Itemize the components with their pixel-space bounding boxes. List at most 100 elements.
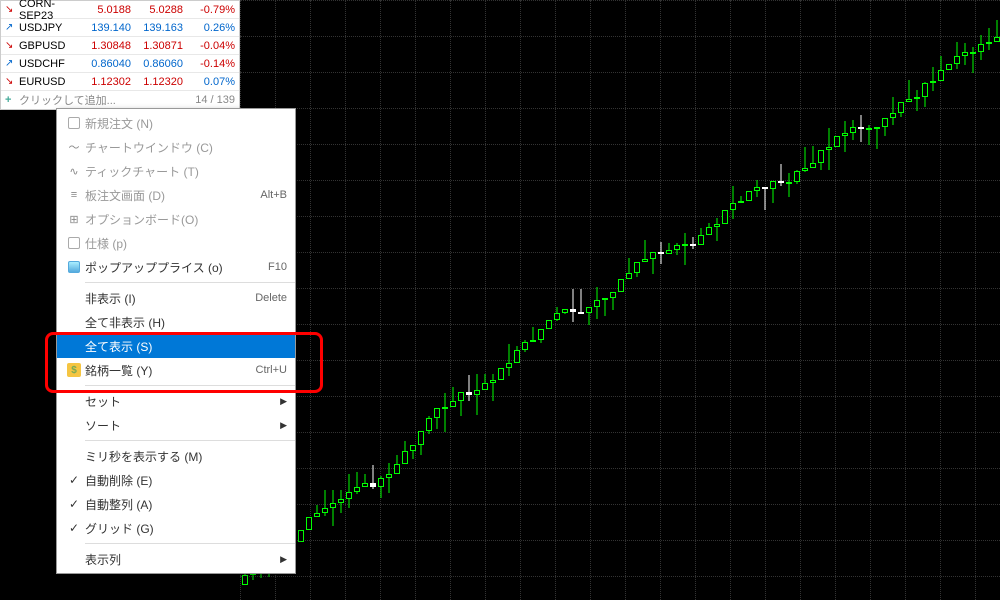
candlestick bbox=[386, 0, 392, 600]
menu-item[interactable]: ポップアッププライス (o)F10 bbox=[57, 255, 295, 279]
candlestick bbox=[906, 0, 912, 600]
watchlist-row[interactable]: ↘GBPUSD1.308481.30871-0.04% bbox=[1, 37, 239, 55]
candlestick bbox=[682, 0, 688, 600]
blank-icon bbox=[63, 551, 85, 567]
symbols-icon: $ bbox=[63, 362, 85, 378]
menu-item[interactable]: セット▶ bbox=[57, 389, 295, 413]
option-icon: ⊞ bbox=[63, 211, 85, 227]
bid-value: 5.0188 bbox=[83, 4, 135, 16]
menu-item[interactable]: 非表示 (I) Delete bbox=[57, 286, 295, 310]
candlestick bbox=[986, 0, 992, 600]
candlestick bbox=[874, 0, 880, 600]
add-symbol-row[interactable]: + クリックして追加... 14 / 139 bbox=[1, 91, 239, 109]
candlestick bbox=[522, 0, 528, 600]
candlestick bbox=[866, 0, 872, 600]
menu-item[interactable]: ソート▶ bbox=[57, 413, 295, 437]
menu-item-label: ティックチャート (T) bbox=[85, 163, 287, 180]
chart-area[interactable] bbox=[240, 0, 1000, 600]
candlestick bbox=[674, 0, 680, 600]
candlestick bbox=[738, 0, 744, 600]
menu-item-label: ポップアッププライス (o) bbox=[85, 259, 258, 276]
candlestick bbox=[690, 0, 696, 600]
candlestick bbox=[778, 0, 784, 600]
menu-separator bbox=[85, 440, 295, 441]
change-pct: -0.04% bbox=[187, 40, 235, 52]
ask-value: 139.163 bbox=[135, 22, 187, 34]
candlestick bbox=[786, 0, 792, 600]
menu-item[interactable]: 全て表示 (S) bbox=[57, 334, 295, 358]
change-pct: -0.14% bbox=[187, 58, 235, 70]
candlestick bbox=[650, 0, 656, 600]
candlestick bbox=[946, 0, 952, 600]
symbol-name: CORN-SEP23 bbox=[17, 0, 83, 22]
menu-item[interactable]: ミリ秒を表示する (M) bbox=[57, 444, 295, 468]
menu-item[interactable]: ✓自動整列 (A) bbox=[57, 492, 295, 516]
watchlist-row[interactable]: ↘EURUSD1.123021.123200.07% bbox=[1, 73, 239, 91]
candlestick bbox=[730, 0, 736, 600]
menu-item[interactable]: 全て非表示 (H) bbox=[57, 310, 295, 334]
menu-item[interactable]: 新規注文 (N) bbox=[57, 111, 295, 135]
candlestick bbox=[818, 0, 824, 600]
candlestick bbox=[994, 0, 1000, 600]
candlestick bbox=[514, 0, 520, 600]
watchlist-row[interactable]: ↗USDJPY139.140139.1630.26% bbox=[1, 19, 239, 37]
candlestick bbox=[954, 0, 960, 600]
doc-icon bbox=[63, 115, 85, 131]
context-menu[interactable]: 新規注文 (N) 〜チャートウインドウ (C)∿ティックチャート (T)≡板注文画… bbox=[56, 108, 296, 574]
checkmark-icon: ✓ bbox=[63, 472, 85, 488]
candlestick bbox=[546, 0, 552, 600]
menu-separator bbox=[85, 385, 295, 386]
candlestick bbox=[538, 0, 544, 600]
candlestick bbox=[506, 0, 512, 600]
candlestick bbox=[754, 0, 760, 600]
candlestick bbox=[434, 0, 440, 600]
candlestick bbox=[562, 0, 568, 600]
menu-item-label: 非表示 (I) bbox=[85, 290, 245, 307]
menu-item[interactable]: 表示列▶ bbox=[57, 547, 295, 571]
market-watch-panel[interactable]: ↘CORN-SEP235.01885.0288-0.79%↗USDJPY139.… bbox=[0, 0, 240, 110]
blank-icon bbox=[63, 393, 85, 409]
menu-item[interactable]: ✓自動削除 (E) bbox=[57, 468, 295, 492]
candlestick bbox=[578, 0, 584, 600]
candlestick bbox=[402, 0, 408, 600]
candlestick bbox=[586, 0, 592, 600]
candlestick bbox=[842, 0, 848, 600]
candlestick bbox=[354, 0, 360, 600]
candlestick bbox=[330, 0, 336, 600]
watchlist-row[interactable]: ↘CORN-SEP235.01885.0288-0.79% bbox=[1, 1, 239, 19]
watchlist-row[interactable]: ↗USDCHF0.860400.86060-0.14% bbox=[1, 55, 239, 73]
candlestick bbox=[762, 0, 768, 600]
candlestick bbox=[482, 0, 488, 600]
candlestick bbox=[938, 0, 944, 600]
blank-icon bbox=[63, 290, 85, 306]
menu-item[interactable]: 〜チャートウインドウ (C) bbox=[57, 135, 295, 159]
menu-item[interactable]: $銘柄一覧 (Y)Ctrl+U bbox=[57, 358, 295, 382]
menu-item[interactable]: ⊞オプションボード(O) bbox=[57, 207, 295, 231]
candlestick bbox=[930, 0, 936, 600]
menu-item-label: 仕様 (p) bbox=[85, 235, 287, 252]
submenu-arrow-icon: ▶ bbox=[280, 396, 287, 407]
menu-item[interactable]: ✓グリッド (G) bbox=[57, 516, 295, 540]
candlestick bbox=[626, 0, 632, 600]
menu-item[interactable]: 仕様 (p) bbox=[57, 231, 295, 255]
checkmark-icon: ✓ bbox=[63, 496, 85, 512]
menu-item-label: 新規注文 (N) bbox=[85, 115, 287, 132]
candlestick bbox=[618, 0, 624, 600]
menu-item[interactable]: ≡板注文画面 (D)Alt+B bbox=[57, 183, 295, 207]
add-symbol-label: クリックして追加... bbox=[17, 92, 195, 108]
blank-icon bbox=[63, 338, 85, 354]
candlestick bbox=[458, 0, 464, 600]
candlestick bbox=[490, 0, 496, 600]
menu-item-label: ソート bbox=[85, 417, 270, 434]
blank-icon bbox=[63, 417, 85, 433]
candlestick bbox=[338, 0, 344, 600]
menu-item-label: 全て表示 (S) bbox=[85, 338, 287, 355]
menu-item-label: ミリ秒を表示する (M) bbox=[85, 448, 287, 465]
candlestick bbox=[370, 0, 376, 600]
change-pct: 0.07% bbox=[187, 76, 235, 88]
candlestick bbox=[474, 0, 480, 600]
symbol-name: USDCHF bbox=[17, 58, 83, 70]
menu-shortcut: Delete bbox=[255, 292, 287, 304]
candlestick bbox=[714, 0, 720, 600]
menu-item[interactable]: ∿ティックチャート (T) bbox=[57, 159, 295, 183]
